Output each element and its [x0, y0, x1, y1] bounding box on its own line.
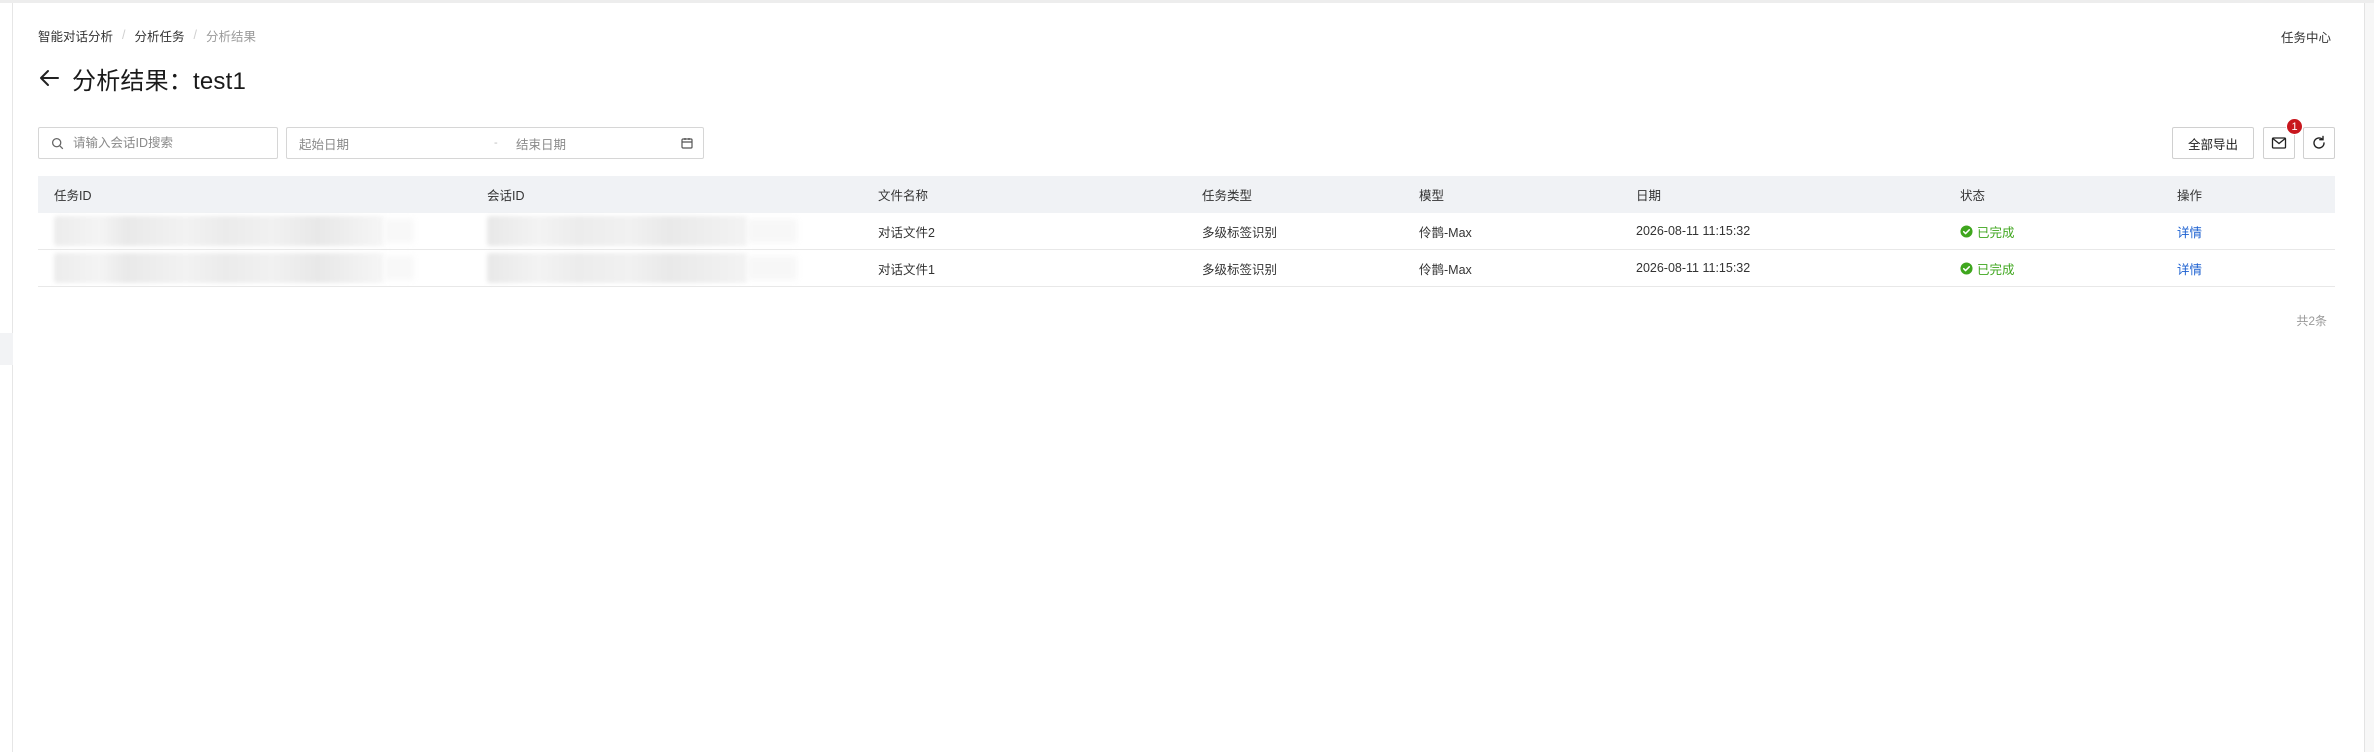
- check-circle-icon: [1960, 261, 1973, 275]
- table-row: 对话文件1 多级标签识别 伶鹊-Max 2026-08-11 11:15:32 …: [38, 250, 2335, 287]
- top-border: [0, 0, 2374, 3]
- column-header-task-id: 任务ID: [54, 189, 92, 203]
- vertical-scrollbar[interactable]: [2364, 3, 2374, 752]
- cell-model: 伶鹊-Max: [1419, 262, 1472, 277]
- calendar-icon[interactable]: [681, 137, 693, 149]
- date-range-separator: -: [494, 137, 498, 149]
- arrow-left-icon[interactable]: [38, 66, 62, 90]
- sidebar-collapse-handle[interactable]: [0, 333, 13, 365]
- column-header-date: 日期: [1636, 189, 1662, 203]
- redacted-session-id-tail: [747, 256, 797, 280]
- redacted-task-id: [54, 216, 384, 246]
- cell-date: 2026-08-11 11:15:32: [1636, 261, 1751, 275]
- table-header: 任务ID 会话ID 文件名称 任务类型 模型 日期 状态 操作: [38, 176, 2335, 213]
- refresh-button[interactable]: [2303, 127, 2335, 159]
- page-title-row: 分析结果：test1: [38, 60, 246, 96]
- mail-button[interactable]: 1: [2263, 118, 2303, 159]
- breadcrumb-separator: /: [122, 28, 126, 42]
- redacted-task-id-tail: [384, 219, 414, 243]
- session-id-search[interactable]: [38, 127, 278, 159]
- details-link[interactable]: 详情: [2177, 222, 2202, 241]
- search-input[interactable]: [73, 136, 253, 150]
- export-all-button[interactable]: 全部导出: [2172, 127, 2254, 159]
- pagination-total: 共2条: [2296, 314, 2327, 328]
- redacted-task-id-tail: [384, 256, 414, 280]
- breadcrumb-item-analysis-results: 分析结果: [206, 29, 257, 44]
- column-header-session-id: 会话ID: [487, 189, 525, 203]
- redacted-session-id: [487, 216, 747, 246]
- breadcrumb: 智能对话分析 / 分析任务 / 分析结果: [38, 26, 256, 44]
- cell-model: 伶鹊-Max: [1419, 225, 1472, 240]
- check-circle-icon: [1960, 224, 1973, 238]
- column-header-task-type: 任务类型: [1202, 189, 1253, 203]
- redacted-session-id-tail: [747, 219, 797, 243]
- redacted-task-id: [54, 253, 384, 283]
- cell-task-type: 多级标签识别: [1202, 262, 1278, 277]
- cell-task-type: 多级标签识别: [1202, 225, 1278, 240]
- left-sidebar-rail: [0, 3, 13, 752]
- column-header-status: 状态: [1960, 189, 1986, 203]
- table-row: 对话文件2 多级标签识别 伶鹊-Max 2026-08-11 11:15:32 …: [38, 213, 2335, 250]
- cell-file-name: 对话文件1: [878, 262, 935, 277]
- date-range-picker[interactable]: 起始日期 - 结束日期: [286, 127, 704, 159]
- breadcrumb-item-smart-dialog-analysis[interactable]: 智能对话分析: [38, 26, 113, 45]
- cell-date: 2026-08-11 11:15:32: [1636, 224, 1751, 238]
- notification-badge: 1: [2286, 118, 2303, 135]
- column-header-model: 模型: [1419, 189, 1445, 203]
- breadcrumb-separator: /: [193, 28, 197, 42]
- status-text: 已完成: [1977, 262, 2015, 277]
- end-date-input[interactable]: 结束日期: [516, 134, 566, 153]
- status-badge: 已完成: [1960, 222, 2015, 241]
- status-text: 已完成: [1977, 225, 2015, 240]
- column-header-action: 操作: [2177, 189, 2203, 203]
- breadcrumb-item-analysis-tasks[interactable]: 分析任务: [135, 26, 185, 45]
- mail-icon: [2271, 137, 2287, 149]
- cell-file-name: 对话文件2: [878, 225, 935, 240]
- results-table: 任务ID 会话ID 文件名称 任务类型 模型 日期 状态 操作 对话文件2 多级…: [38, 176, 2335, 287]
- page-title: 分析结果：test1: [72, 67, 247, 95]
- refresh-icon: [2313, 135, 2325, 149]
- redacted-session-id: [487, 253, 747, 283]
- column-header-file-name: 文件名称: [878, 189, 929, 203]
- start-date-input[interactable]: 起始日期: [299, 134, 349, 153]
- details-link[interactable]: 详情: [2177, 259, 2202, 278]
- status-badge: 已完成: [1960, 259, 2015, 278]
- search-icon: [51, 137, 64, 149]
- task-center-link[interactable]: 任务中心: [2281, 27, 2331, 46]
